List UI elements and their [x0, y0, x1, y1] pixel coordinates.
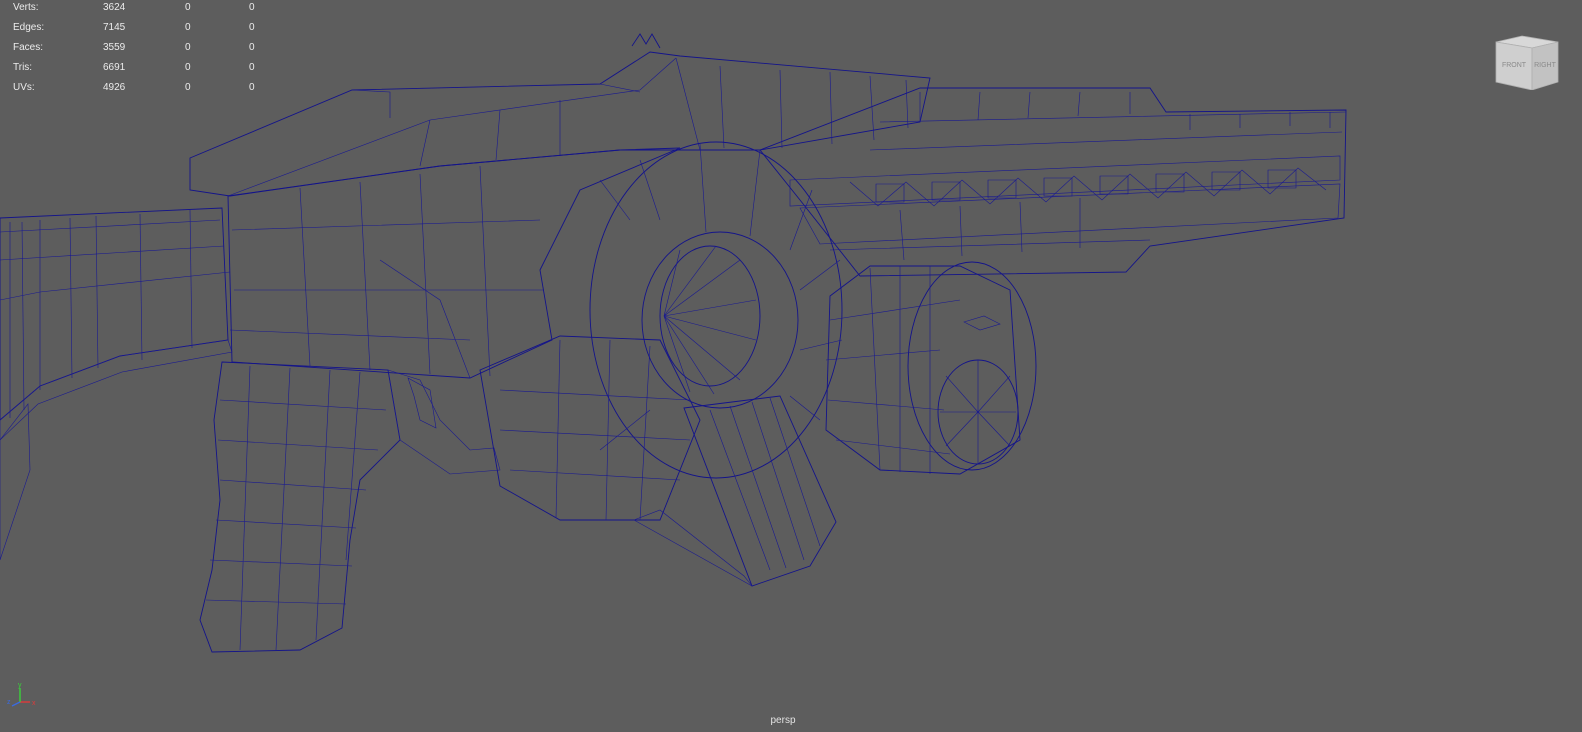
hud-value: 3559: [103, 42, 126, 53]
hud-value: 0: [185, 22, 191, 33]
hud-value: 0: [249, 2, 255, 13]
axis-z-label: z: [7, 699, 11, 706]
hud-label: Faces:: [13, 42, 44, 53]
hud-value: 4926: [103, 82, 126, 93]
viewport-persp[interactable]: Verts: 3624 0 0 Edges: 7145 0 0 Faces: 3…: [0, 0, 1582, 732]
axis-x-label: x: [32, 700, 36, 707]
hud-value: 7145: [103, 22, 126, 33]
hud-value: 0: [249, 22, 255, 33]
axis-gizmo-icon: x y z: [7, 682, 36, 707]
hud-label: UVs:: [13, 82, 35, 93]
hud-label: Tris:: [13, 62, 33, 73]
grip-part[interactable]: [199, 361, 501, 653]
hud-value: 6691: [103, 62, 126, 73]
hud-value: 0: [249, 42, 255, 53]
ring-housing-part[interactable]: [589, 141, 843, 479]
hud-value: 0: [185, 2, 191, 13]
hud-value: 3624: [103, 2, 126, 13]
hud-value: 0: [249, 62, 255, 73]
barrel-part[interactable]: [759, 87, 1347, 277]
mesh-model[interactable]: [0, 0, 1582, 732]
hud-label: Verts:: [13, 2, 39, 13]
hud-value: 0: [249, 82, 255, 93]
receiver-part[interactable]: [227, 147, 681, 379]
viewcube-icon[interactable]: FRONT RIGHT: [1492, 34, 1560, 90]
hud-label: Edges:: [13, 22, 45, 33]
hud-value: 0: [185, 82, 191, 93]
stock-part[interactable]: [0, 207, 233, 561]
camera-name-label: persp: [770, 715, 796, 726]
viewcube-right-label[interactable]: RIGHT: [1534, 62, 1557, 69]
viewcube-front-label[interactable]: FRONT: [1502, 62, 1527, 69]
hud-value: 0: [185, 62, 191, 73]
hud-value: 0: [185, 42, 191, 53]
axis-y-label: y: [18, 682, 22, 689]
drum-part[interactable]: [825, 261, 1037, 475]
top-rail-part[interactable]: [189, 33, 931, 197]
